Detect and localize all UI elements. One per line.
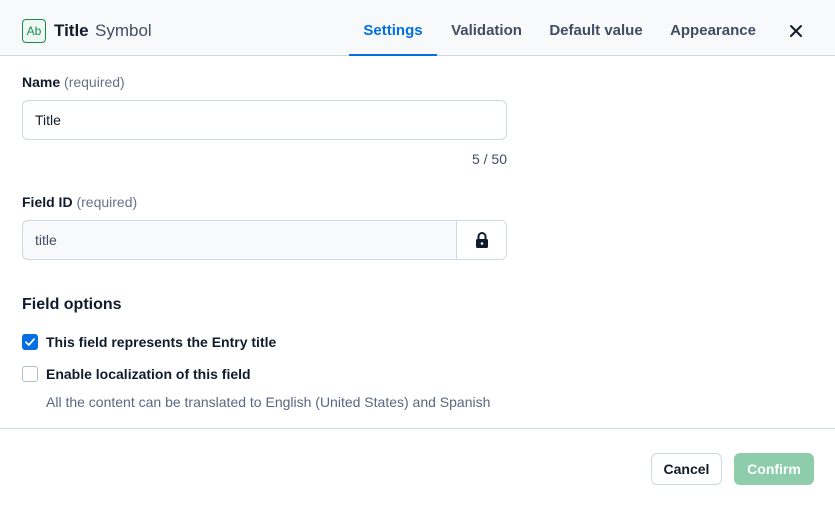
entry-title-checkbox[interactable]: [22, 334, 38, 350]
close-button[interactable]: [784, 19, 808, 43]
lock-icon: [476, 232, 488, 248]
localization-checkbox[interactable]: [22, 366, 38, 382]
footer-divider: [0, 428, 835, 429]
tab-validation[interactable]: Validation: [441, 0, 532, 56]
field-options-heading: Field options: [22, 296, 122, 313]
localization-checkbox-label[interactable]: Enable localization of this field: [46, 366, 251, 382]
modal-header: Ab Title Symbol Settings Validation Defa…: [0, 0, 835, 56]
tab-default-value[interactable]: Default value: [540, 0, 652, 56]
field-id-label-text: Field ID: [22, 194, 73, 210]
close-icon: [790, 25, 802, 37]
field-id-required-hint: (required): [76, 194, 138, 210]
field-id-label: Field ID (required): [22, 194, 137, 210]
entry-title-checkbox-label[interactable]: This field represents the Entry title: [46, 334, 276, 350]
name-required-hint: (required): [64, 74, 125, 90]
localization-help-text: All the content can be translated to Eng…: [46, 394, 491, 410]
name-label-text: Name: [22, 74, 61, 90]
text-field-type-icon: Ab: [22, 19, 46, 43]
cancel-button[interactable]: Cancel: [651, 453, 722, 485]
unlock-field-id-button[interactable]: [456, 221, 506, 259]
name-label: Name (required): [22, 74, 125, 90]
field-title: Title: [54, 21, 89, 40]
name-input[interactable]: [22, 100, 507, 140]
field-type-label: Symbol: [95, 21, 152, 40]
tab-settings[interactable]: Settings: [349, 0, 437, 56]
name-character-counter: 5 / 50: [471, 151, 507, 167]
field-id-group: [22, 220, 507, 260]
checkmark-icon: [25, 338, 35, 346]
tab-appearance[interactable]: Appearance: [660, 0, 766, 56]
field-id-input[interactable]: [23, 221, 456, 259]
confirm-button[interactable]: Confirm: [734, 453, 814, 485]
